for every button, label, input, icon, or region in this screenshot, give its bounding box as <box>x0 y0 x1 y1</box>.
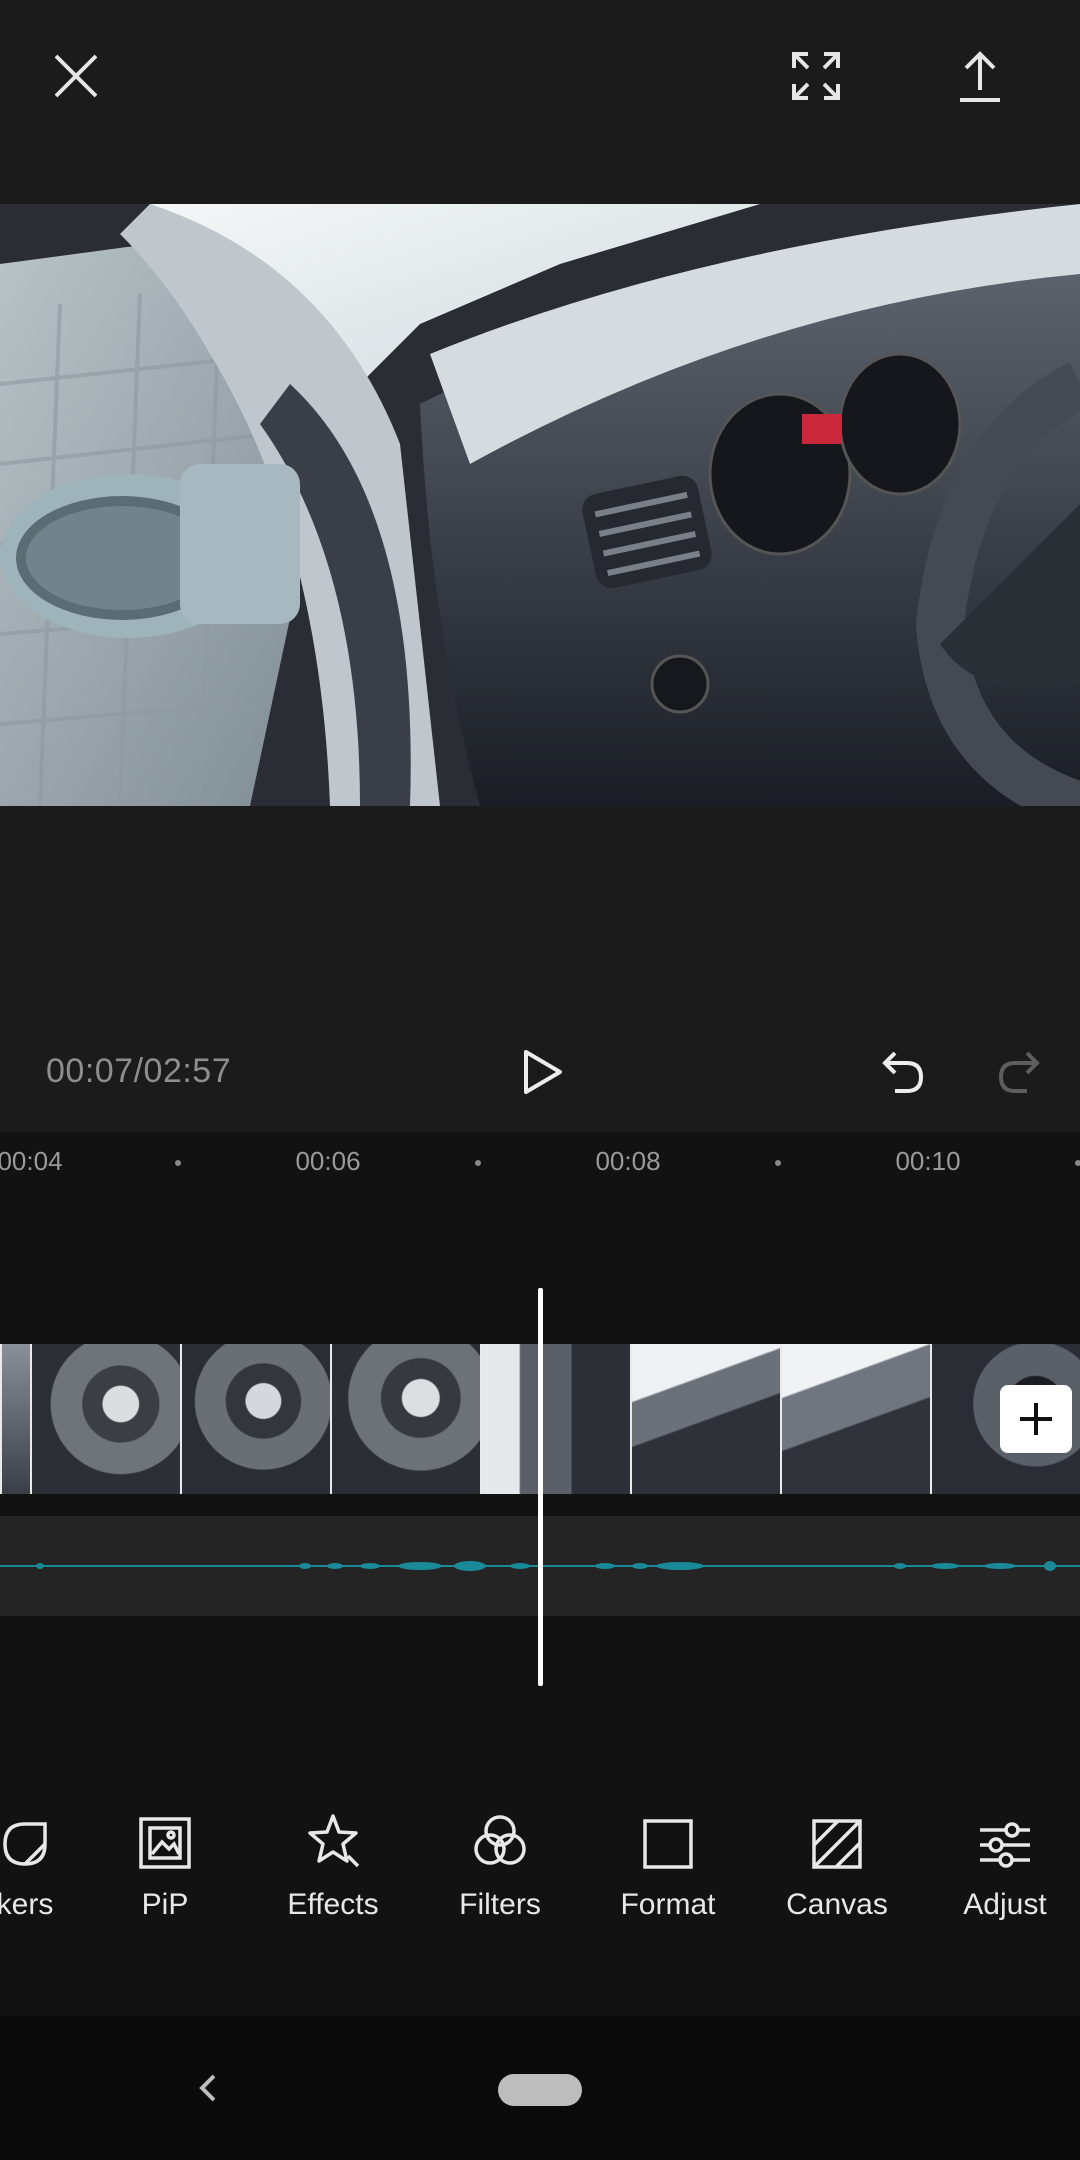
export-upload-icon[interactable] <box>944 40 1016 112</box>
clip-thumbnail <box>780 1344 930 1494</box>
tool-stickers[interactable]: kers <box>0 1790 100 1970</box>
tool-adjust[interactable]: Adjust <box>930 1790 1080 1970</box>
canvas-icon <box>811 1790 863 1870</box>
tool-label: Format <box>620 1888 716 1921</box>
tool-label: Canvas <box>786 1888 888 1921</box>
tool-label: Filters <box>459 1888 541 1921</box>
clip-thumbnail <box>630 1344 780 1494</box>
fullscreen-icon[interactable] <box>780 40 852 112</box>
tool-label: PiP <box>141 1888 189 1921</box>
clip-thumbnail <box>330 1344 480 1494</box>
clip-thumbnail <box>180 1344 330 1494</box>
plus-icon <box>1016 1399 1056 1439</box>
video-preview[interactable] <box>0 204 1080 806</box>
tool-format[interactable]: Format <box>593 1790 743 1970</box>
effects-star-icon <box>304 1790 362 1870</box>
clip-thumbnail <box>480 1344 630 1494</box>
playhead[interactable] <box>538 1288 543 1686</box>
filters-icon <box>471 1790 529 1870</box>
format-square-icon <box>642 1790 694 1870</box>
add-clip-button[interactable] <box>1000 1385 1072 1453</box>
video-editor-screen: 00:07/02:57 00:04 00:06 00:08 00:10 kers… <box>0 0 1080 2160</box>
tick-label: 00:08 <box>595 1146 661 1176</box>
preview-area <box>0 204 1080 1132</box>
tick-dot <box>775 1160 781 1166</box>
tool-label: Effects <box>287 1888 379 1921</box>
redo-icon[interactable] <box>984 1040 1056 1104</box>
tick-dot <box>175 1160 181 1166</box>
clip-thumbnail <box>0 1344 30 1494</box>
tick-dot <box>1075 1160 1080 1166</box>
top-bar <box>0 0 1080 204</box>
tool-label: Adjust <box>963 1888 1047 1921</box>
home-pill[interactable] <box>498 2074 582 2106</box>
tool-label: kers <box>0 1888 54 1921</box>
tool-effects[interactable]: Effects <box>258 1790 408 1970</box>
adjust-sliders-icon <box>978 1790 1032 1870</box>
tick-label: 00:06 <box>295 1146 361 1176</box>
play-icon[interactable] <box>506 1036 578 1108</box>
playback-controls: 00:07/02:57 <box>0 1000 1080 1132</box>
pip-icon <box>138 1790 192 1870</box>
undo-icon[interactable] <box>866 1040 938 1104</box>
tick-label: 00:10 <box>895 1146 961 1176</box>
tool-filters[interactable]: Filters <box>425 1790 575 1970</box>
back-chevron-icon[interactable] <box>180 2060 236 2121</box>
tick-label: 00:04 <box>0 1146 63 1176</box>
system-navigation-bar <box>0 2016 1080 2160</box>
tool-canvas[interactable]: Canvas <box>762 1790 912 1970</box>
clip-thumbnail <box>30 1344 180 1494</box>
playback-time: 00:07/02:57 <box>46 1052 232 1090</box>
tick-dot <box>475 1160 481 1166</box>
tools-toolbar: kers PiP Effects Filters Format Canvas A… <box>0 1790 1080 2020</box>
sticker-icon <box>0 1790 51 1870</box>
timeline-ruler[interactable]: 00:04 00:06 00:08 00:10 <box>0 1132 1080 1212</box>
close-icon[interactable] <box>40 40 112 112</box>
tool-pip[interactable]: PiP <box>90 1790 240 1970</box>
